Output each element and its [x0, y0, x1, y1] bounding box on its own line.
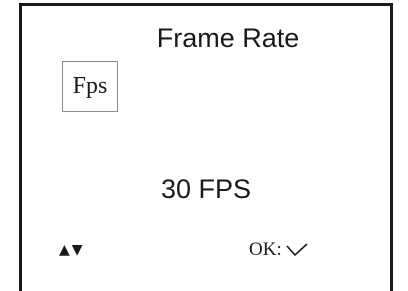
page-title: Frame Rate	[156, 23, 300, 53]
camera-menu-screen: Frame Rate Fps 30 FPS ▲ ▼ OK:	[19, 3, 393, 291]
ok-label: OK:	[249, 239, 282, 260]
fps-badge: Fps	[62, 61, 118, 112]
ok-confirm-hint: OK:	[249, 239, 308, 261]
frame-rate-value[interactable]: 30 FPS	[22, 174, 390, 205]
down-arrow-icon: ▼	[71, 242, 83, 258]
up-down-navigation-hint: ▲ ▼	[59, 242, 83, 258]
checkmark-icon	[286, 243, 308, 257]
up-arrow-icon: ▲	[59, 242, 70, 258]
